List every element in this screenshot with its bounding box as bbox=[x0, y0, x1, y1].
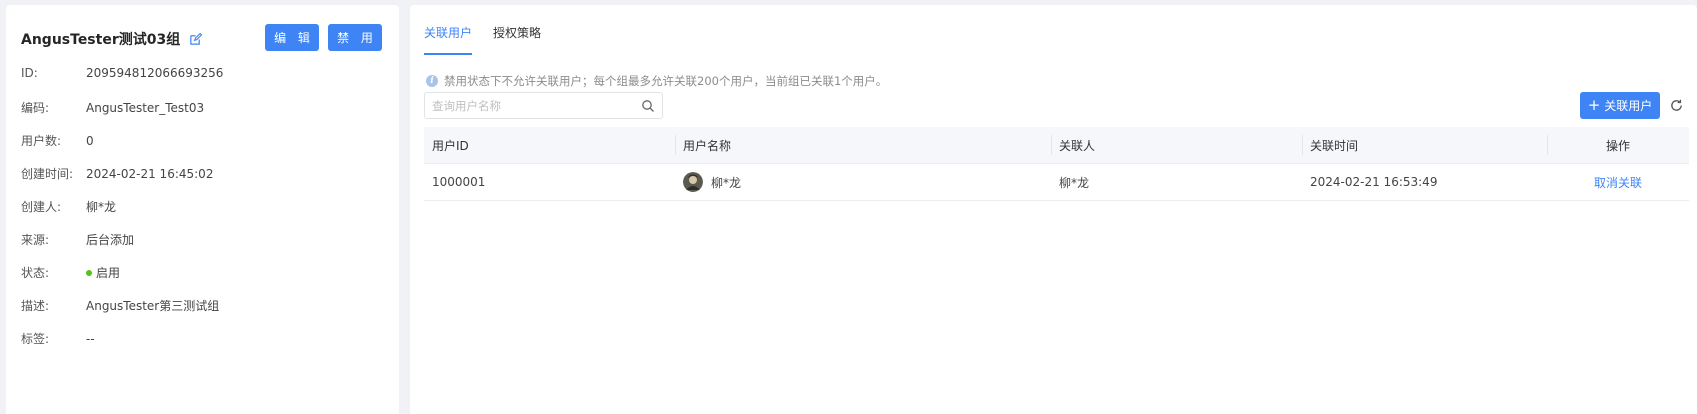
info-value: AngusTester_Test03 bbox=[86, 100, 205, 115]
cell-user-name: 柳*龙 bbox=[675, 164, 1051, 200]
info-label: 描述: bbox=[21, 299, 50, 313]
plus-icon: + bbox=[1587, 96, 1601, 114]
header-associated-time: 关联时间 bbox=[1302, 127, 1547, 163]
info-row-description: 描述: AngusTester第三测试组 bbox=[21, 297, 219, 314]
associated-users-card: 关联用户 授权策略 i 禁用状态下不允许关联用户；每个组最多允许关联200个用户… bbox=[410, 5, 1697, 414]
info-label: ID: bbox=[21, 66, 38, 80]
tab-associated-users[interactable]: 关联用户 bbox=[424, 5, 473, 56]
edit-icon[interactable] bbox=[189, 32, 203, 46]
info-label: 状态: bbox=[21, 266, 50, 280]
info-row-created-time: 创建时间: 2024-02-21 16:45:02 bbox=[21, 165, 213, 182]
info-row-user-count: 用户数: 0 bbox=[21, 132, 94, 149]
info-icon: i bbox=[426, 75, 438, 87]
info-value: 0 bbox=[86, 133, 94, 148]
info-label: 用户数: bbox=[21, 134, 62, 148]
info-value: 后台添加 bbox=[86, 233, 135, 247]
info-row-status: 状态: 启用 bbox=[21, 264, 120, 281]
avatar bbox=[683, 172, 703, 192]
cell-associated-by: 柳*龙 bbox=[1059, 175, 1090, 190]
group-detail-card: AngusTester测试03组 编 辑 禁 用 ID: 20959481206… bbox=[6, 5, 399, 414]
table-header: 用户ID 用户名称 关联人 关联时间 操作 bbox=[424, 127, 1689, 164]
status-text: 启用 bbox=[96, 266, 121, 280]
tab-authorization-policy[interactable]: 授权策略 bbox=[493, 5, 541, 56]
cell-user-id: 1000001 bbox=[432, 175, 486, 189]
disable-button[interactable]: 禁 用 bbox=[328, 24, 382, 51]
refresh-icon[interactable] bbox=[1669, 98, 1684, 113]
header-user-name: 用户名称 bbox=[675, 127, 1051, 163]
header-action: 操作 bbox=[1547, 127, 1689, 163]
add-user-label: 关联用户 bbox=[1604, 99, 1653, 113]
info-label: 编码: bbox=[21, 101, 50, 115]
info-value: AngusTester第三测试组 bbox=[86, 299, 220, 313]
hint-text: 禁用状态下不允许关联用户；每个组最多允许关联200个用户，当前组已关联1个用户。 bbox=[444, 74, 888, 88]
info-row-code: 编码: AngusTester_Test03 bbox=[21, 99, 204, 116]
users-table: 用户ID 用户名称 关联人 关联时间 操作 1000001 柳*龙 柳*龙 20… bbox=[424, 127, 1689, 201]
info-label: 来源: bbox=[21, 233, 50, 247]
header-associated-by: 关联人 bbox=[1051, 127, 1302, 163]
add-user-button[interactable]: + 关联用户 bbox=[1580, 92, 1660, 119]
hint-message: i 禁用状态下不允许关联用户；每个组最多允许关联200个用户，当前组已关联1个用… bbox=[426, 73, 887, 89]
tabs: 关联用户 授权策略 bbox=[424, 5, 541, 56]
info-value: 2024-02-21 16:45:02 bbox=[86, 166, 214, 181]
edit-button[interactable]: 编 辑 bbox=[265, 24, 319, 51]
cell-action: 取消关联 bbox=[1547, 164, 1689, 200]
search-icon[interactable] bbox=[641, 99, 655, 113]
search-input[interactable] bbox=[425, 93, 641, 118]
unassociate-link[interactable]: 取消关联 bbox=[1594, 174, 1642, 191]
table-row: 1000001 柳*龙 柳*龙 2024-02-21 16:53:49 取消关联 bbox=[424, 164, 1689, 201]
info-row-source: 来源: 后台添加 bbox=[21, 231, 134, 248]
group-name: AngusTester测试03组 bbox=[21, 32, 181, 48]
info-row-creator: 创建人: 柳*龙 bbox=[21, 198, 116, 215]
search-field bbox=[424, 92, 663, 119]
status-dot-icon bbox=[86, 269, 92, 276]
info-label: 标签: bbox=[21, 332, 50, 346]
info-label: 创建时间: bbox=[21, 167, 74, 181]
user-name: 柳*龙 bbox=[711, 175, 742, 190]
info-value: 209594812066693256 bbox=[86, 66, 224, 80]
info-row-tags: 标签: -- bbox=[21, 330, 95, 347]
info-row-id: ID: 209594812066693256 bbox=[21, 66, 223, 80]
status-value: 启用 bbox=[86, 264, 120, 281]
info-label: 创建人: bbox=[21, 200, 62, 214]
cell-associated-time: 2024-02-21 16:53:49 bbox=[1310, 175, 1438, 189]
info-value: 柳*龙 bbox=[86, 200, 117, 214]
group-title: AngusTester测试03组 bbox=[21, 29, 203, 49]
page: AngusTester测试03组 编 辑 禁 用 ID: 20959481206… bbox=[0, 0, 1697, 414]
info-value: -- bbox=[86, 331, 95, 346]
header-user-id: 用户ID bbox=[432, 138, 469, 153]
